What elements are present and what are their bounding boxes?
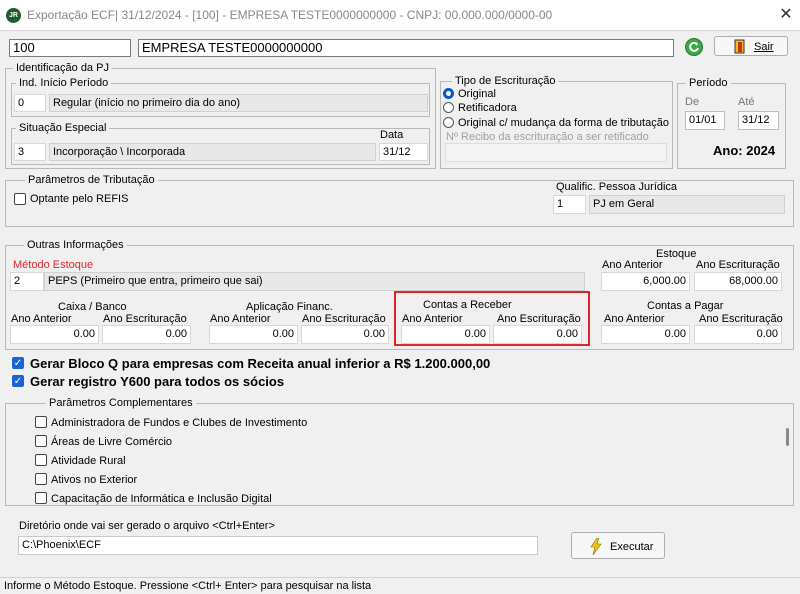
radio-original[interactable] [443,88,454,99]
pagar-esc-label: Ano Escrituração [699,313,783,325]
situacao-code[interactable]: 3 [14,143,46,161]
pagar-title: Contas a Pagar [647,300,724,312]
periodo-ate-label: Até [738,96,755,108]
periodo-ate-input[interactable]: 31/12 [738,111,779,130]
metodo-estoque-desc: PEPS (Primeiro que entra, primeiro que s… [44,272,585,291]
item-checkbox[interactable] [35,416,47,428]
y600-label: Gerar registro Y600 para todos os sócios [30,374,285,389]
radio-original-mudanca[interactable] [443,117,454,128]
recibo-placeholder: Nº Recibo da escrituração a ser retifica… [446,131,649,143]
radio-retificadora[interactable] [443,102,454,113]
radio-retificadora-label: Retificadora [458,102,517,114]
recibo-input[interactable] [445,143,667,162]
aplicacao-esc-input[interactable]: 0.00 [301,325,389,344]
company-code-input[interactable]: 100 [9,39,131,57]
aplicacao-title: Aplicação Financ. [246,301,333,313]
qualificacao-label: Qualific. Pessoa Jurídica [556,181,678,193]
refis-label: Optante pelo REFIS [30,193,129,205]
situacao-date-input[interactable]: 31/12 [379,143,428,161]
radio-original-label: Original [458,88,496,100]
inicio-periodo-code[interactable]: 0 [14,94,46,112]
pagar-ant-input[interactable]: 0.00 [601,325,690,344]
complementares-scrollbar[interactable] [784,410,790,502]
close-icon[interactable]: ✕ [776,6,796,26]
executar-button-label: Executar [610,541,654,553]
inicio-periodo-desc: Regular (início no primeiro dia do ano) [49,94,428,112]
outras-legend: Outras Informações [24,239,127,251]
list-item: Ativos no Exterior [51,474,138,486]
estoque-esc-label: Ano Escrituração [696,259,780,271]
caixa-ant-input[interactable]: 0.00 [10,325,99,344]
situacao-especial-legend: Situação Especial [16,122,110,134]
receber-ant-label: Ano Anterior [402,313,463,325]
receber-ant-input[interactable]: 0.00 [401,325,490,344]
identificacao-legend: Identificação da PJ [13,62,112,74]
item-checkbox[interactable] [35,435,47,447]
situacao-date-label: Data [380,129,404,141]
receber-esc-input[interactable]: 0.00 [493,325,582,344]
list-item: Atividade Rural [51,455,126,467]
situacao-desc: Incorporação \ Incorporada [49,143,376,161]
item-checkbox[interactable] [35,492,47,504]
periodo-de-label: De [685,96,700,108]
refis-checkbox[interactable] [14,193,26,205]
scrollbar-thumb[interactable] [786,428,789,446]
complementares-list: Administradora de Fundos e Clubes de Inv… [35,415,775,505]
aplicacao-ant-input[interactable]: 0.00 [209,325,298,344]
list-item: Capacitação de Informática e Inclusão Di… [51,493,272,505]
bloco-q-label: Gerar Bloco Q para empresas com Receita … [30,356,491,371]
y600-checkbox[interactable]: ✓ [12,375,24,387]
bloco-q-checkbox[interactable]: ✓ [12,357,24,369]
refresh-icon[interactable] [685,38,703,56]
diretorio-input[interactable]: C:\Phoenix\ECF [18,536,538,555]
qualificacao-desc: PJ em Geral [589,195,785,214]
periodo-legend: Período [686,77,731,89]
caixa-esc-input[interactable]: 0.00 [102,325,191,344]
estoque-ant-label: Ano Anterior [602,259,663,271]
receber-title: Contas a Receber [423,299,512,311]
periodo-ano: Ano: 2024 [713,143,776,158]
caixa-esc-label: Ano Escrituração [103,313,187,325]
estoque-ant-input[interactable]: 6,000.00 [601,272,690,291]
receber-esc-label: Ano Escrituração [497,313,581,325]
metodo-estoque-code[interactable]: 2 [10,272,44,291]
exit-button[interactable]: Sair [714,36,788,56]
tributacao-legend: Parâmetros de Tributação [25,174,158,186]
door-exit-icon [734,39,745,54]
diretorio-label: Diretório onde vai ser gerado o arquivo … [19,520,275,532]
company-name-input[interactable]: EMPRESA TESTE0000000000 [138,39,674,57]
list-item: Áreas de Livre Comércio [51,436,173,448]
list-item: Administradora de Fundos e Clubes de Inv… [51,417,308,429]
app-logo-icon: JR [6,8,21,23]
caixa-title: Caixa / Banco [58,301,127,313]
radio-original-mudanca-label: Original c/ mudança da forma de tributaç… [458,117,669,129]
aplicacao-esc-label: Ano Escrituração [302,313,386,325]
estoque-esc-input[interactable]: 68,000.00 [694,272,782,291]
executar-button[interactable]: Executar [571,532,665,559]
lightning-icon [590,538,602,555]
item-checkbox[interactable] [35,473,47,485]
metodo-estoque-label: Método Estoque [13,259,94,271]
inicio-periodo-legend: Ind. Início Período [16,77,112,89]
status-text: Informe o Método Estoque. Pressione <Ctr… [4,580,372,592]
item-checkbox[interactable] [35,454,47,466]
pagar-esc-input[interactable]: 0.00 [694,325,782,344]
exit-button-label: Sair [754,41,774,53]
pagar-ant-label: Ano Anterior [604,313,665,325]
complementares-legend: Parâmetros Complementares [46,397,196,409]
aplicacao-ant-label: Ano Anterior [210,313,271,325]
tipo-escrituracao-legend: Tipo de Escrituração [452,75,559,87]
caixa-ant-label: Ano Anterior [11,313,72,325]
window-title: Exportação ECF| 31/12/2024 - [100] - EMP… [27,8,553,22]
qualificacao-code[interactable]: 1 [553,195,586,214]
periodo-de-input[interactable]: 01/01 [685,111,725,130]
